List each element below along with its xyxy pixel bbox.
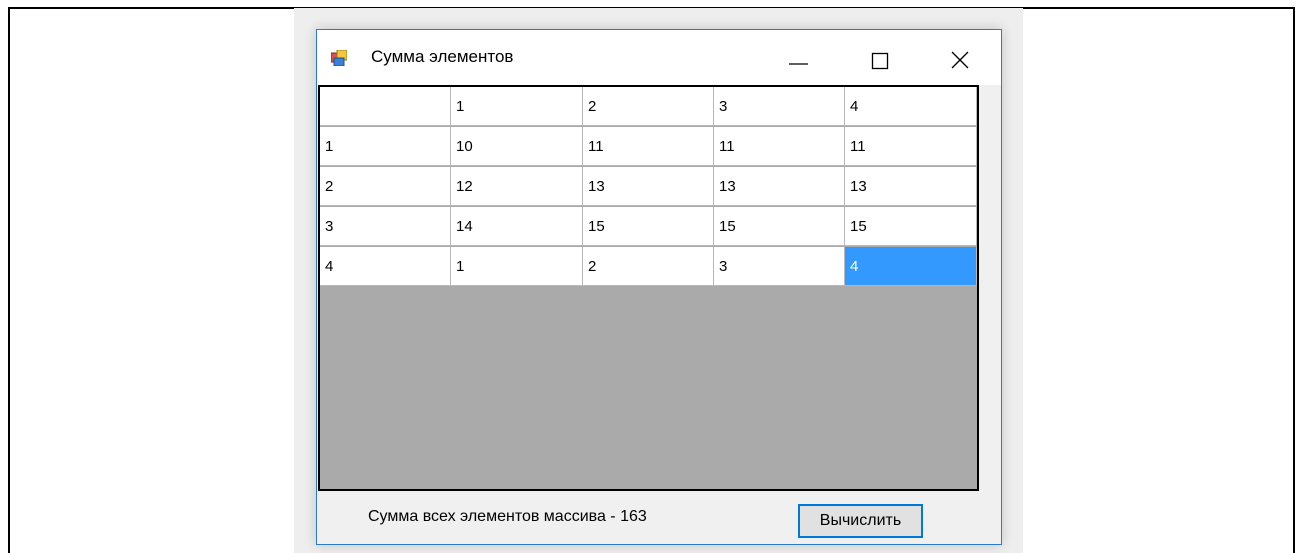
row-header-cell[interactable]: 1 xyxy=(320,127,451,166)
maximize-icon xyxy=(871,52,889,70)
title-bar[interactable]: Сумма элементов xyxy=(317,30,1001,85)
grid-cell[interactable]: 11 xyxy=(845,127,977,166)
grid-cell[interactable]: 15 xyxy=(845,207,977,246)
calculate-button[interactable]: Вычислить xyxy=(798,504,923,538)
grid-cell[interactable]: 12 xyxy=(451,167,583,206)
window-title: Сумма элементов xyxy=(371,47,514,66)
minimize-icon xyxy=(789,63,808,65)
minimize-button[interactable] xyxy=(775,40,821,80)
row-header-cell[interactable]: 4 xyxy=(320,247,451,286)
grid-cell[interactable]: 10 xyxy=(451,127,583,166)
close-icon xyxy=(951,51,969,69)
grid-cell[interactable]: 13 xyxy=(714,167,845,206)
grid-cell[interactable]: 15 xyxy=(714,207,845,246)
row-header-cell[interactable]: 3 xyxy=(320,207,451,246)
grid-cell[interactable]: 3 xyxy=(714,247,845,286)
sum-label: Сумма всех элементов массива - 163 xyxy=(368,508,647,525)
form-icon xyxy=(330,49,348,67)
column-header-cell[interactable]: 4 xyxy=(845,87,977,126)
data-grid[interactable]: 1 2 3 4 1 10 11 11 11 2 12 13 13 13 3 14 15 15 15 4 1 2 3 4 xyxy=(318,85,979,491)
maximize-button[interactable] xyxy=(857,40,903,80)
grid-cell[interactable]: 4 xyxy=(845,247,977,286)
grid-cell[interactable]: 15 xyxy=(583,207,714,246)
grid-cell[interactable]: 13 xyxy=(845,167,977,206)
column-header-cell[interactable] xyxy=(320,87,451,126)
close-button[interactable] xyxy=(937,40,983,80)
grid-cell[interactable]: 14 xyxy=(451,207,583,246)
column-header-cell[interactable]: 3 xyxy=(714,87,845,126)
grid-cell[interactable]: 11 xyxy=(714,127,845,166)
app-window: Сумма элементов 1 2 3 4 1 10 11 11 11 2 12 13 13 13 3 1… xyxy=(316,29,1002,545)
column-header-cell[interactable]: 2 xyxy=(583,87,714,126)
grid-cell[interactable]: 2 xyxy=(583,247,714,286)
grid-cell[interactable]: 1 xyxy=(451,247,583,286)
grid-cell[interactable]: 13 xyxy=(583,167,714,206)
row-header-cell[interactable]: 2 xyxy=(320,167,451,206)
column-header-cell[interactable]: 1 xyxy=(451,87,583,126)
grid-cell[interactable]: 11 xyxy=(583,127,714,166)
